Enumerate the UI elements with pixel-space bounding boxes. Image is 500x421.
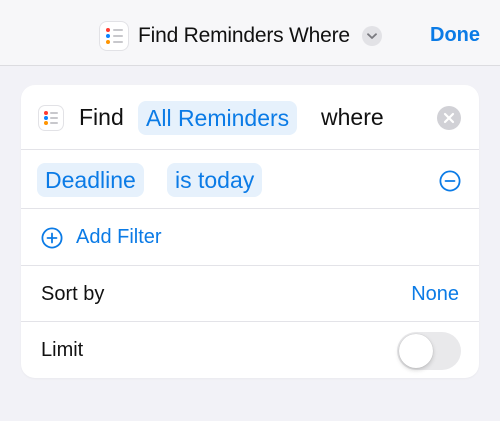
entity-token[interactable]: All Reminders [138, 101, 298, 135]
sort-label: Sort by [41, 283, 105, 305]
minus-circle-icon[interactable] [439, 170, 461, 197]
clear-icon[interactable] [437, 106, 461, 130]
toggle-knob [399, 334, 433, 368]
action-title-menu[interactable]: Find Reminders Where [100, 20, 382, 52]
filter-condition-token[interactable]: is today [167, 163, 263, 197]
find-word: Find [79, 104, 124, 130]
reminders-list-icon [100, 22, 128, 50]
limit-row: Limit [21, 322, 479, 378]
chevron-down-icon[interactable] [361, 26, 382, 46]
add-filter-row[interactable]: Add Filter [21, 209, 479, 266]
reminders-list-icon [39, 106, 63, 130]
sort-row[interactable]: Sort by None [21, 266, 479, 322]
plus-circle-icon[interactable] [41, 227, 63, 254]
filter-row: Deadline is today [21, 150, 479, 209]
done-button[interactable]: Done [430, 24, 480, 47]
nav-bar: Find Reminders Where Done [0, 0, 500, 66]
add-filter-button[interactable]: Add Filter [76, 226, 162, 249]
limit-toggle[interactable] [397, 332, 461, 370]
where-word: where [321, 104, 384, 130]
page-title: Find Reminders Where [138, 24, 350, 47]
limit-label: Limit [41, 339, 84, 361]
sort-value-button[interactable]: None [411, 283, 459, 306]
filter-field-token[interactable]: Deadline [37, 163, 144, 197]
action-card: Find All Reminders where Deadline is tod… [21, 85, 479, 378]
find-row: Find All Reminders where [21, 85, 479, 150]
